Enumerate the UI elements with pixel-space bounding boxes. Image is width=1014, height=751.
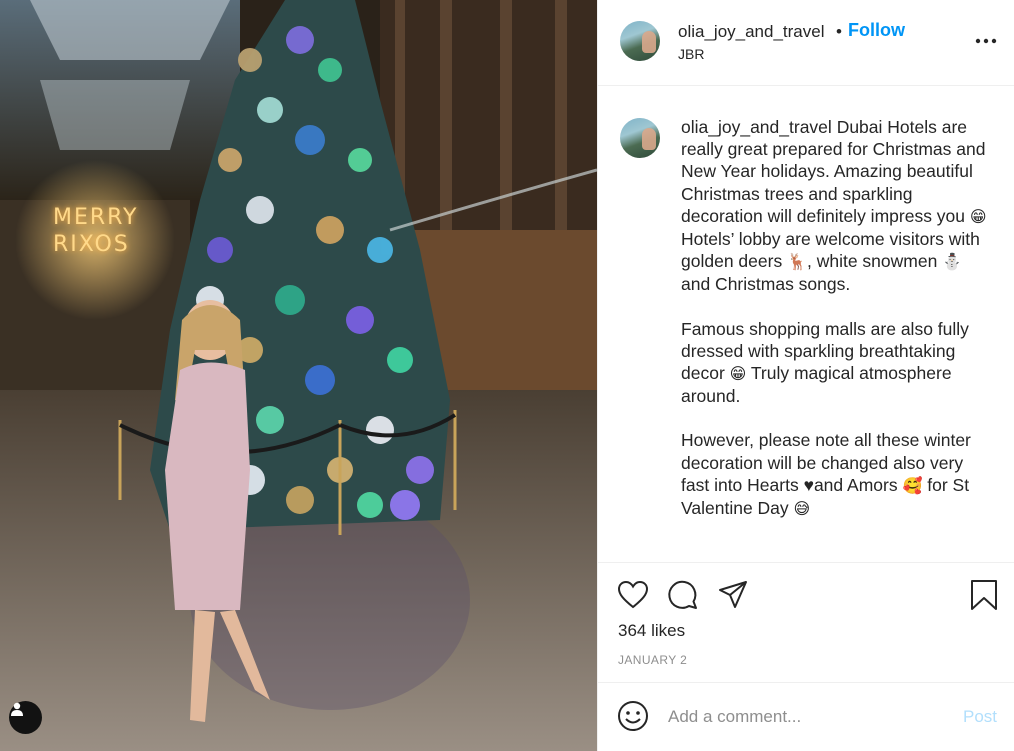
post-sidebar: olia_joy_and_travel • Follow JBR olia_jo… (597, 0, 1014, 751)
heart-icon[interactable] (617, 579, 649, 611)
caption-username[interactable]: olia_joy_and_travel (681, 117, 832, 137)
caption-p3-b: and Amors (813, 474, 903, 495)
caption-p1-c: , white snowmen (806, 251, 943, 272)
smiling-hearts-emoji: 🥰 (902, 475, 923, 495)
rixos-sign: RIXOS (53, 232, 130, 257)
caption-avatar[interactable] (620, 118, 660, 158)
deer-emoji: 🦌 (787, 252, 807, 272)
follow-button[interactable]: Follow (848, 20, 905, 41)
snowman-emoji: ⛄ (942, 252, 963, 272)
caption-text: olia_joy_and_travel Dubai Hotels are rea… (681, 116, 991, 542)
post-header: olia_joy_and_travel • Follow JBR (598, 0, 1014, 86)
caption-section: olia_joy_and_travel Dubai Hotels are rea… (598, 86, 1014, 563)
merry-sign: MERRY (53, 205, 139, 230)
post-comment-button[interactable]: Post (963, 707, 997, 727)
post-date[interactable]: JANUARY 2 (618, 653, 687, 667)
photo-scene (0, 0, 597, 751)
paper-plane-icon[interactable] (717, 579, 749, 611)
likes-count[interactable]: 364 likes (618, 621, 685, 641)
location-link[interactable]: JBR (678, 46, 704, 62)
action-bar: 364 likes JANUARY 2 (598, 563, 1014, 683)
grin-emoji: 😁 (969, 206, 987, 226)
user-tag-button[interactable] (9, 701, 42, 734)
sweat-smile-emoji: 😅 (793, 499, 811, 519)
more-options-icon[interactable] (974, 34, 998, 48)
separator-dot: • (836, 22, 842, 41)
avatar[interactable] (620, 21, 660, 61)
comment-bar: Post (598, 683, 1014, 751)
heart-glyph: ♥ (803, 474, 814, 495)
smiley-icon[interactable] (617, 700, 649, 732)
header-username[interactable]: olia_joy_and_travel (678, 22, 825, 42)
comment-icon[interactable] (667, 579, 699, 611)
grin-emoji: 😁 (729, 364, 747, 384)
bookmark-icon[interactable] (968, 579, 1000, 611)
post-photo[interactable]: MERRY RIXOS (0, 0, 597, 751)
user-tag-icon (11, 702, 23, 716)
caption-p1-d: and Christmas songs. (681, 274, 851, 295)
comment-input[interactable] (668, 705, 918, 729)
